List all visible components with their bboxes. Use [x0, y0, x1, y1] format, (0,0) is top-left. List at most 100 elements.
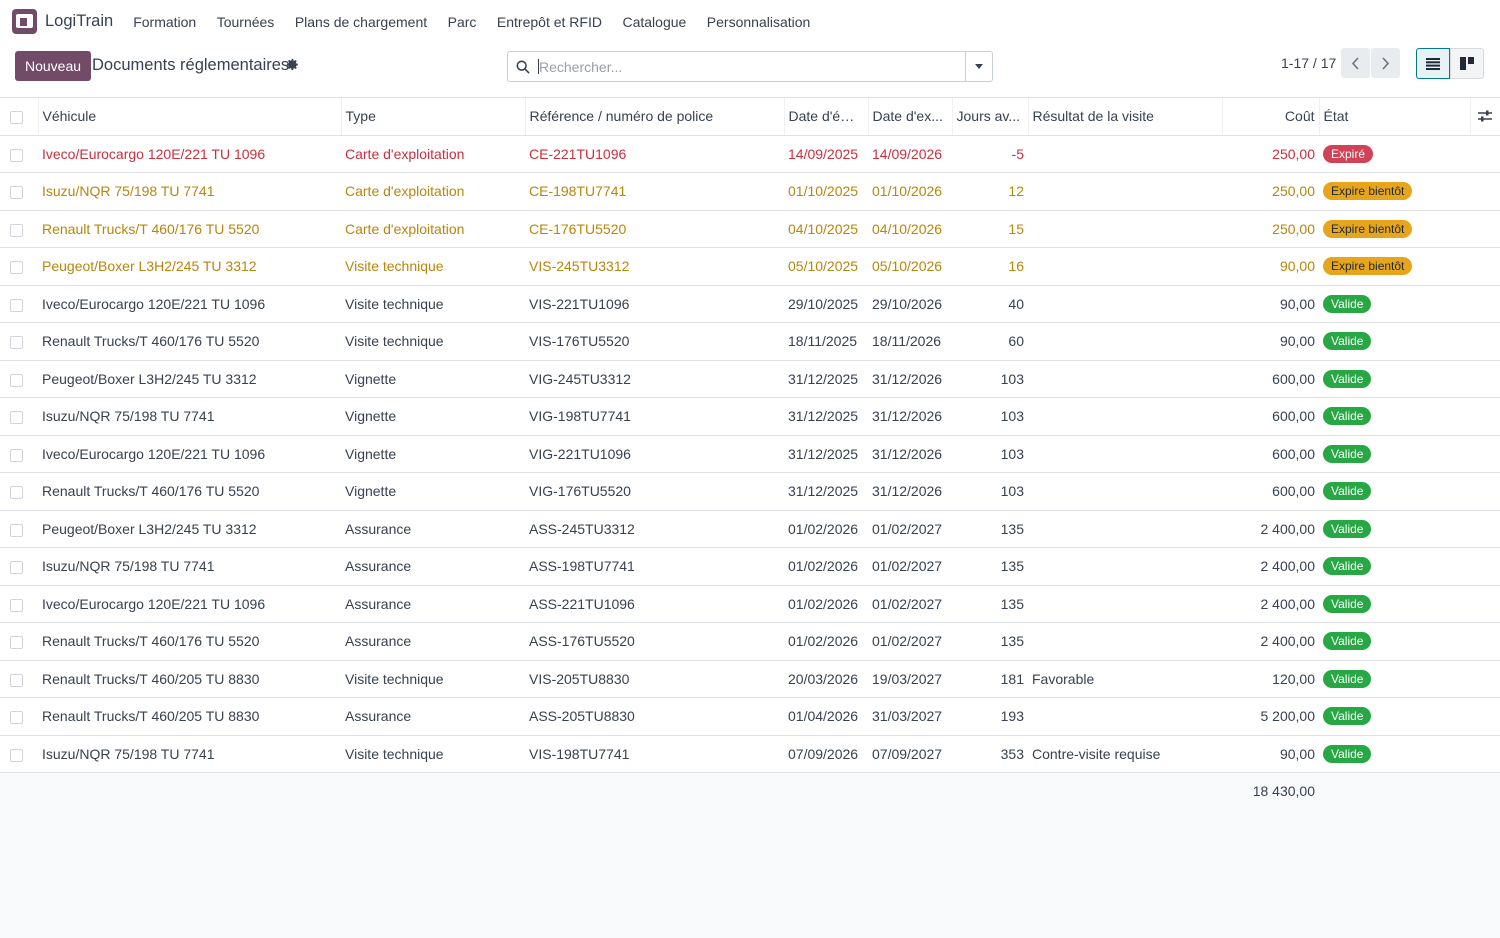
cell-reference[interactable]: CE-176TU5520: [525, 210, 784, 248]
cell-visit-result[interactable]: [1028, 397, 1222, 436]
cell-reference[interactable]: VIG-198TU7741: [525, 397, 784, 436]
row-checkbox[interactable]: [10, 148, 23, 162]
cell-reference[interactable]: ASS-205TU8830: [525, 697, 784, 736]
cell-days-left[interactable]: 16: [952, 247, 1028, 286]
cell-issue-date[interactable]: 31/12/2025: [784, 397, 868, 436]
cell-type[interactable]: Visite technique: [341, 247, 525, 286]
cell-days-left[interactable]: 193: [952, 697, 1028, 736]
table-row[interactable]: Renault Trucks/T 460/205 TU 8830 Visite t…: [0, 660, 1500, 698]
column-header-visit-result[interactable]: Résultat de la visite: [1028, 98, 1223, 136]
cell-expiry-date[interactable]: 04/10/2026: [868, 210, 952, 248]
cell-vehicle[interactable]: Peugeot/Boxer L3H2/245 TU 3312: [38, 510, 341, 548]
cell-vehicle[interactable]: Renault Trucks/T 460/176 TU 5520: [38, 322, 341, 361]
cell-visit-result[interactable]: [1028, 622, 1222, 661]
table-row[interactable]: Renault Trucks/T 460/176 TU 5520 Vignette…: [0, 472, 1500, 511]
table-row[interactable]: Isuzu/NQR 75/198 TU 7741 Vignette VIG-198T…: [0, 397, 1500, 436]
pager-next-button[interactable]: [1371, 48, 1400, 78]
cell-days-left[interactable]: 103: [952, 397, 1028, 436]
cell-expiry-date[interactable]: 14/09/2026: [868, 135, 952, 173]
cell-cost[interactable]: 600,00: [1222, 435, 1319, 473]
cell-vehicle[interactable]: Iveco/Eurocargo 120E/221 TU 1096: [38, 435, 341, 473]
menu-parc[interactable]: Parc: [448, 14, 477, 30]
cell-visit-result[interactable]: [1028, 285, 1222, 323]
table-row[interactable]: Iveco/Eurocargo 120E/221 TU 1096 Visite t…: [0, 285, 1500, 323]
cell-state[interactable]: Valide: [1319, 585, 1470, 623]
cell-visit-result[interactable]: [1028, 585, 1222, 623]
cell-visit-result[interactable]: [1028, 247, 1222, 286]
cell-reference[interactable]: CE-221TU1096: [525, 135, 784, 173]
cell-type[interactable]: Assurance: [341, 622, 525, 661]
table-row[interactable]: Peugeot/Boxer L3H2/245 TU 3312 Assurance A…: [0, 510, 1500, 548]
cell-issue-date[interactable]: 05/10/2025: [784, 247, 868, 286]
cell-type[interactable]: Carte d'exploitation: [341, 135, 525, 173]
pager-value[interactable]: 1-17 / 17: [1281, 55, 1336, 71]
app-logo-icon[interactable]: [12, 9, 37, 34]
cell-reference[interactable]: ASS-176TU5520: [525, 622, 784, 661]
cell-issue-date[interactable]: 01/02/2026: [784, 585, 868, 623]
cell-vehicle[interactable]: Isuzu/NQR 75/198 TU 7741: [38, 172, 341, 211]
cell-vehicle[interactable]: Renault Trucks/T 460/205 TU 8830: [38, 660, 341, 698]
column-header-state[interactable]: État: [1319, 98, 1471, 136]
cell-expiry-date[interactable]: 01/02/2027: [868, 547, 952, 586]
menu-tournees[interactable]: Tournées: [217, 14, 275, 30]
column-header-cost[interactable]: Coût: [1222, 98, 1320, 136]
cell-days-left[interactable]: 135: [952, 622, 1028, 661]
cell-expiry-date[interactable]: 31/12/2026: [868, 472, 952, 511]
cell-type[interactable]: Assurance: [341, 697, 525, 736]
cell-state[interactable]: Valide: [1319, 472, 1470, 511]
cell-issue-date[interactable]: 14/09/2025: [784, 135, 868, 173]
cell-days-left[interactable]: 15: [952, 210, 1028, 248]
cell-visit-result[interactable]: [1028, 360, 1222, 398]
table-row[interactable]: Iveco/Eurocargo 120E/221 TU 1096 Vignette…: [0, 435, 1500, 473]
cell-vehicle[interactable]: Iveco/Eurocargo 120E/221 TU 1096: [38, 585, 341, 623]
column-header-days-left[interactable]: Jours av...: [952, 98, 1029, 136]
cell-type[interactable]: Visite technique: [341, 660, 525, 698]
cell-state[interactable]: Valide: [1319, 322, 1470, 361]
cell-type[interactable]: Vignette: [341, 397, 525, 436]
cell-days-left[interactable]: 40: [952, 285, 1028, 323]
cell-state[interactable]: Valide: [1319, 435, 1470, 473]
cell-days-left[interactable]: -5: [952, 135, 1028, 173]
menu-formation[interactable]: Formation: [133, 14, 196, 30]
cell-issue-date[interactable]: 01/02/2026: [784, 510, 868, 548]
cell-days-left[interactable]: 135: [952, 585, 1028, 623]
cell-cost[interactable]: 250,00: [1222, 172, 1319, 211]
cell-expiry-date[interactable]: 01/02/2027: [868, 622, 952, 661]
cell-state[interactable]: Expire bientôt: [1319, 210, 1470, 248]
cell-expiry-date[interactable]: 31/03/2027: [868, 697, 952, 736]
cell-visit-result[interactable]: [1028, 697, 1222, 736]
cell-visit-result[interactable]: Favorable: [1028, 660, 1222, 698]
cell-days-left[interactable]: 12: [952, 172, 1028, 211]
cell-state[interactable]: Valide: [1319, 735, 1470, 773]
cell-visit-result[interactable]: [1028, 472, 1222, 511]
menu-plans-de-chargement[interactable]: Plans de chargement: [295, 14, 427, 30]
cell-reference[interactable]: VIS-198TU7741: [525, 735, 784, 773]
table-row[interactable]: Isuzu/NQR 75/198 TU 7741 Assurance ASS-198…: [0, 547, 1500, 586]
cell-days-left[interactable]: 103: [952, 360, 1028, 398]
cell-visit-result[interactable]: [1028, 435, 1222, 473]
cell-days-left[interactable]: 135: [952, 547, 1028, 586]
cell-visit-result[interactable]: Contre-visite requise: [1028, 735, 1222, 773]
cell-cost[interactable]: 2 400,00: [1222, 585, 1319, 623]
column-header-vehicle[interactable]: Véhicule: [38, 98, 342, 136]
row-checkbox[interactable]: [10, 411, 23, 425]
cell-visit-result[interactable]: [1028, 135, 1222, 173]
cell-reference[interactable]: VIG-176TU5520: [525, 472, 784, 511]
cell-days-left[interactable]: 103: [952, 472, 1028, 511]
cell-issue-date[interactable]: 31/12/2025: [784, 360, 868, 398]
cell-issue-date[interactable]: 01/02/2026: [784, 547, 868, 586]
cell-vehicle[interactable]: Renault Trucks/T 460/176 TU 5520: [38, 622, 341, 661]
cell-cost[interactable]: 250,00: [1222, 210, 1319, 248]
table-row[interactable]: Renault Trucks/T 460/176 TU 5520 Visite t…: [0, 322, 1500, 361]
optional-columns-toggle[interactable]: [1470, 98, 1500, 136]
row-checkbox[interactable]: [10, 673, 23, 687]
cell-expiry-date[interactable]: 31/12/2026: [868, 397, 952, 436]
column-header-reference[interactable]: Référence / numéro de police: [525, 98, 785, 136]
cell-state[interactable]: Valide: [1319, 397, 1470, 436]
cell-expiry-date[interactable]: 01/02/2027: [868, 510, 952, 548]
cell-cost[interactable]: 120,00: [1222, 660, 1319, 698]
cell-issue-date[interactable]: 18/11/2025: [784, 322, 868, 361]
pager-previous-button[interactable]: [1341, 48, 1370, 78]
cell-vehicle[interactable]: Renault Trucks/T 460/176 TU 5520: [38, 472, 341, 511]
cell-expiry-date[interactable]: 01/02/2027: [868, 585, 952, 623]
